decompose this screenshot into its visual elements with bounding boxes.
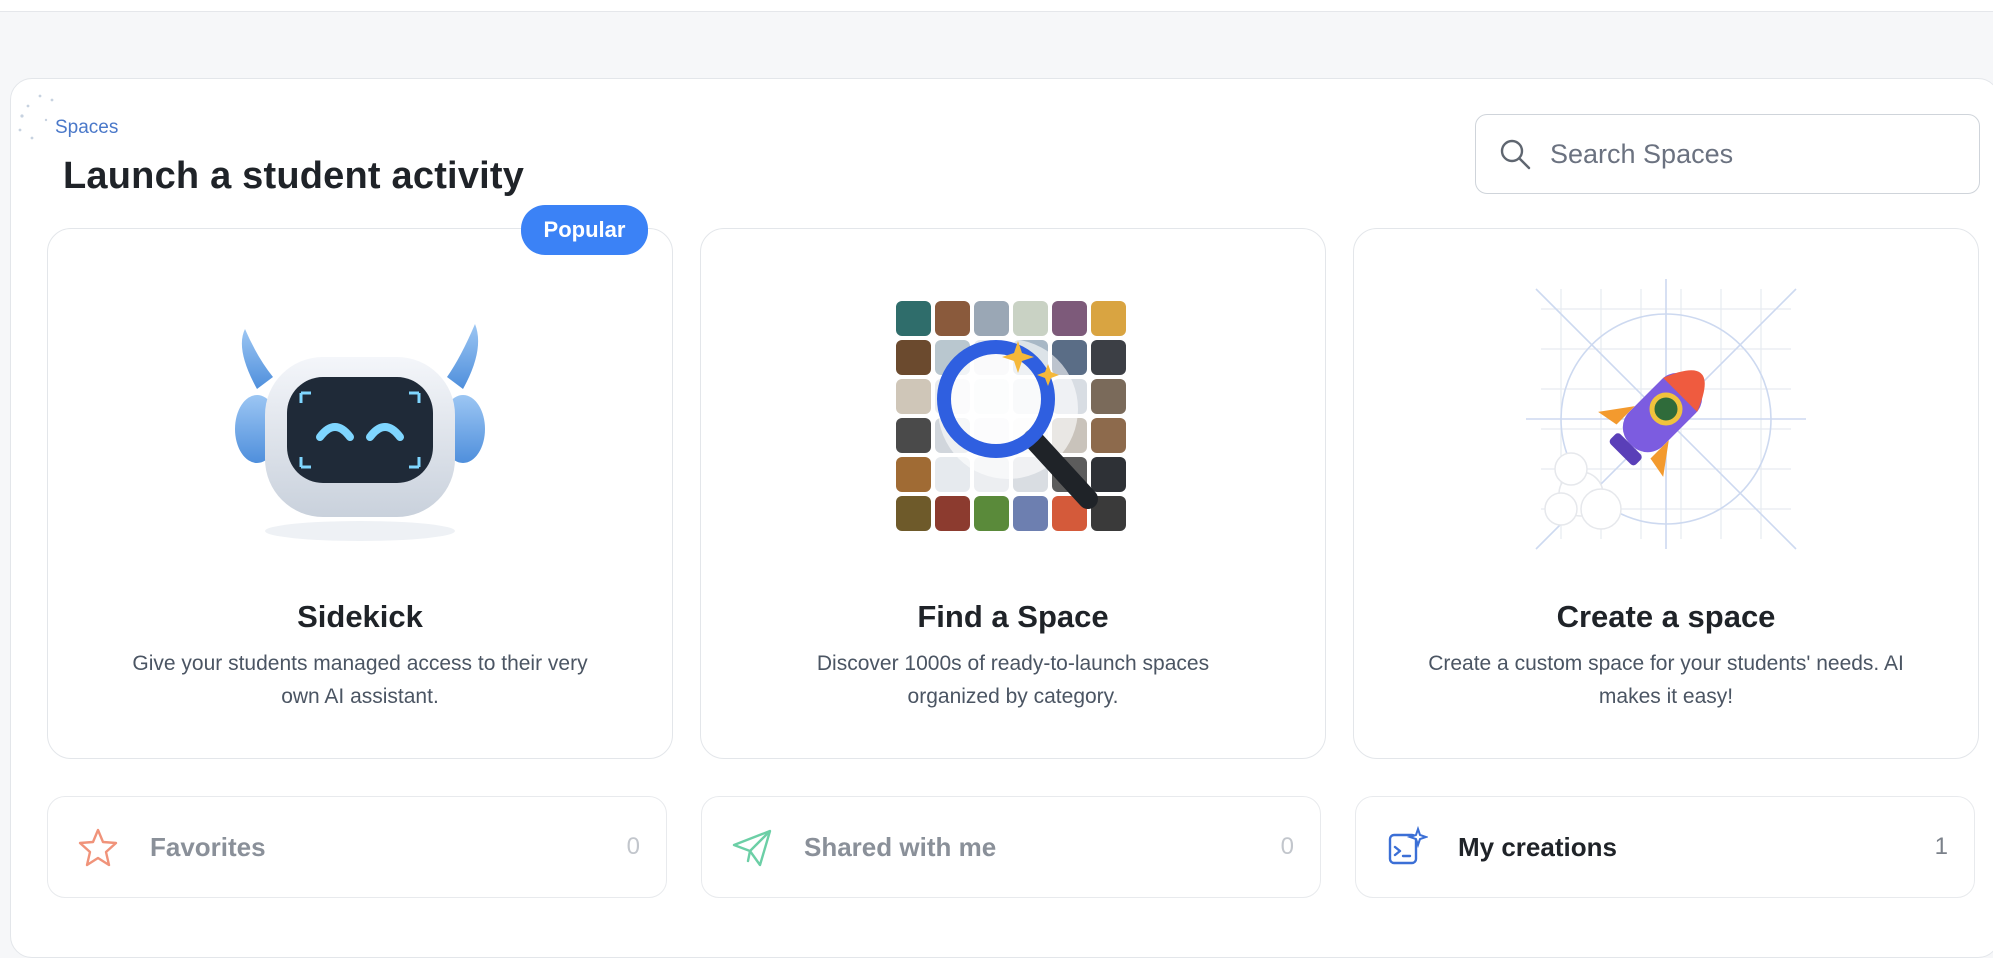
- collage-tile: [896, 418, 931, 453]
- search-icon: [1500, 139, 1531, 170]
- collage-tile: [896, 340, 931, 375]
- card-description: Create a custom space for your students'…: [1428, 652, 1904, 708]
- tile-count: 1: [1934, 833, 1948, 860]
- collage-tile: [1091, 457, 1126, 492]
- collage-tile: [935, 301, 970, 336]
- tile-count: 0: [626, 833, 640, 860]
- page-title: Launch a student activity: [63, 155, 525, 197]
- tile-label: Shared with me: [804, 831, 997, 862]
- paper-plane-icon: [732, 829, 772, 867]
- my-creations-tile[interactable]: My creations 1: [1355, 796, 1975, 898]
- tile-label: Favorites: [150, 831, 266, 862]
- star-icon: [78, 828, 118, 867]
- card-title: Find a Space: [917, 599, 1109, 634]
- collage-tile: [935, 496, 970, 531]
- magnifier-collage-icon: [896, 301, 1126, 531]
- card-title: Create a space: [1556, 599, 1776, 634]
- search-input[interactable]: [1550, 138, 1970, 170]
- collage-tile: [1013, 301, 1048, 336]
- card-find-a-space[interactable]: Find a Space Discover 1000s of ready-to-…: [700, 228, 1326, 759]
- card-create-a-space[interactable]: Create a space Create a custom space for…: [1353, 228, 1979, 759]
- rocket-icon: [1526, 279, 1806, 550]
- collage-tile: [1091, 418, 1126, 453]
- decorative-dots-icon: [18, 94, 54, 140]
- tile-count: 0: [1280, 833, 1294, 860]
- collage-tile: [1091, 301, 1126, 336]
- robot-icon: [235, 324, 485, 541]
- collage-tile: [896, 379, 931, 414]
- collage-tile: [1013, 496, 1048, 531]
- collage-tile: [896, 301, 931, 336]
- collage-tile: [1091, 379, 1126, 414]
- code-sparkle-icon: [1388, 825, 1428, 865]
- card-sidekick[interactable]: Sidekick Give your students managed acce…: [47, 228, 673, 759]
- breadcrumb-spaces[interactable]: Spaces: [55, 117, 118, 139]
- shared-with-me-tile[interactable]: Shared with me 0: [701, 796, 1321, 898]
- collage-tile: [1091, 340, 1126, 375]
- card-description: Discover 1000s of ready-to-launch spaces…: [816, 652, 1210, 708]
- search-box[interactable]: [1475, 114, 1980, 194]
- collage-tile: [896, 457, 931, 492]
- collage-tile: [974, 301, 1009, 336]
- favorites-tile[interactable]: Favorites 0: [47, 796, 667, 898]
- card-description: Give your students managed access to the…: [132, 652, 588, 708]
- card-title: Sidekick: [297, 599, 423, 634]
- tile-label: My creations: [1458, 831, 1617, 862]
- top-bar: [0, 0, 1993, 12]
- popular-badge: Popular: [521, 205, 648, 255]
- collage-tile: [974, 496, 1009, 531]
- collage-tile: [896, 496, 931, 531]
- collage-tile: [1052, 301, 1087, 336]
